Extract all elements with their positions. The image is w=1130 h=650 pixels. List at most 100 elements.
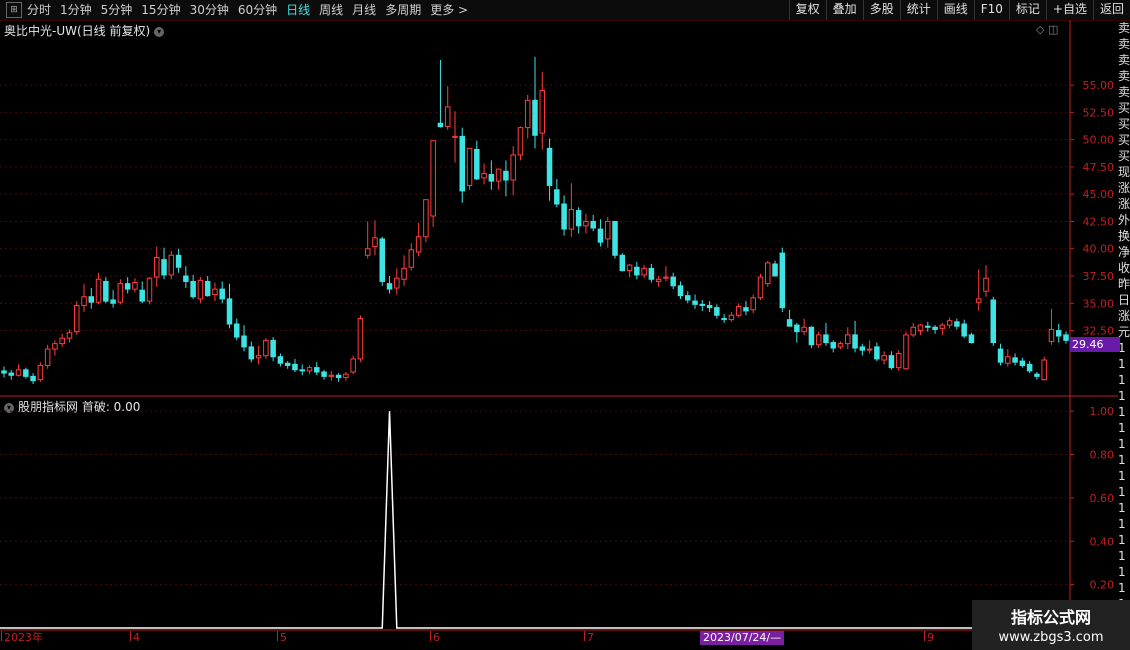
candle-body [910,326,917,336]
candle-body [510,154,516,181]
candle-body [1012,357,1018,363]
price-tick-label: 35.00 [1083,297,1115,310]
candle-body [132,282,138,290]
price-tick-label: 42.50 [1083,215,1115,228]
candle-body [401,267,407,280]
candle-body [583,220,589,227]
candle-body [874,346,880,360]
candle-body [808,326,815,346]
price-tick-label: 55.00 [1083,79,1115,92]
candle-body [779,252,786,309]
candle-body [66,332,73,339]
candle-body [946,320,953,326]
candle-body [430,140,436,217]
price-tick-label: 37.50 [1083,270,1115,283]
watermark-title: 指标公式网 [1010,608,1091,627]
candle-body [263,339,269,357]
price-tick-label: 32.50 [1083,325,1115,338]
candle-body [204,280,211,297]
candle-body [641,267,647,276]
candle-body [481,172,487,179]
candle-body [175,254,182,268]
candle-body [241,335,247,348]
candle-body [794,324,800,333]
candle-body [503,170,509,181]
candle-body [845,334,851,345]
candle-body [721,318,727,321]
candle-body [961,323,967,337]
price-tick-label: 50.00 [1083,134,1115,147]
candle-body [1034,373,1040,377]
indicator-tick-label: 0.40 [1090,535,1115,548]
date-axis-label: 6 [433,631,440,644]
candle-body [997,348,1004,363]
candle-body [212,288,218,296]
indicator-tick-label: 0.60 [1090,492,1115,505]
candle-body [1019,360,1026,366]
candle-body [823,334,829,344]
candle-body [626,264,633,272]
chart-canvas: 32.50 35.00 37.50 40.00 42.50 45.00 47.50 50.00… [0,20,1118,631]
candle-body [328,374,335,377]
candle-body [975,298,982,303]
candle-body [692,300,698,305]
candle-body [23,369,29,377]
candle-body [423,199,429,238]
candle-body [52,343,58,350]
candle-body [452,135,458,138]
candle-body [837,343,844,348]
candle-body [226,298,233,325]
candle-body [386,283,393,290]
candle-body [1063,334,1069,341]
candle-body [866,348,873,351]
candle-body [750,297,756,311]
candle-body [372,237,378,248]
candle-body [364,248,371,256]
candle-body [299,369,305,372]
date-axis-tick [430,631,431,641]
candle-body [379,238,386,282]
candle-body [539,90,546,134]
candle-body [466,147,473,186]
candle-body [15,369,22,376]
candle-body [408,249,415,268]
candle-body [772,263,778,277]
date-axis-label: 4 [133,631,140,644]
candle-body [830,342,836,349]
candle-body [88,296,95,303]
price-tick-label: 52.50 [1083,106,1115,119]
candle-body [488,174,495,182]
candle-body [786,319,793,327]
candle-body [350,358,356,373]
candle-body [801,326,807,333]
date-axis-tick [130,631,131,641]
candle-body [73,304,80,333]
candle-body [1041,359,1047,381]
date-axis-label: 5 [280,631,287,644]
candle-body [415,236,422,253]
candle-body [517,127,524,156]
candle-body [234,323,240,338]
candle-body [146,277,153,302]
date-axis-label: 2023年 [4,631,43,644]
candle-body [37,364,44,381]
candle-body [604,220,611,240]
candle-body [306,367,313,372]
indicator-tick-label: 0.20 [1090,579,1115,592]
candle-body [343,373,349,378]
candle-body [444,106,451,128]
candle-body [706,304,713,309]
candle-body [8,372,15,376]
candle-body [44,348,51,366]
date-axis: 2023年456789 [0,631,1070,646]
candle-body [168,254,175,276]
candle-body [459,135,466,192]
candle-body [677,285,684,297]
watermark: 指标公式网 www.zbgs3.com [972,600,1130,650]
candle-body [474,148,480,180]
candle-body [1048,328,1055,342]
candle-body [255,355,262,359]
candle-body [284,362,291,366]
candle-body [524,99,531,129]
candle-body [161,259,167,276]
